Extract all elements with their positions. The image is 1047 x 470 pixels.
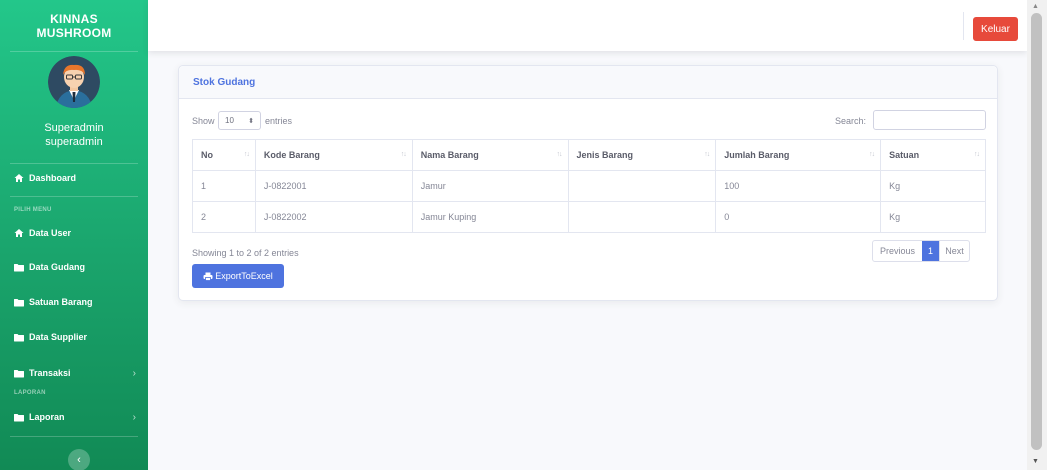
table-cell: 100 — [715, 170, 882, 202]
sort-icon: ↑↓ — [243, 151, 250, 158]
scroll-down-arrow-icon[interactable]: ▼ — [1032, 458, 1039, 465]
sidebar-item-label: Data User — [29, 228, 72, 238]
column-header-nama-barang[interactable]: Nama Barang ↑↓ — [411, 139, 569, 171]
topbar-divider — [963, 12, 964, 40]
sidebar-item-label: Dashboard — [29, 173, 77, 183]
printer-icon — [203, 272, 213, 281]
pagination-next[interactable]: Next — [939, 241, 969, 261]
table-cell: 0 — [715, 201, 882, 233]
user-role: Superadmin — [44, 122, 104, 134]
folder-icon — [14, 412, 24, 422]
user-name: superadmin — [45, 136, 103, 148]
stok-gudang-card: Stok Gudang Show 10 ⬍ entries Search: No… — [178, 65, 998, 301]
home-icon — [14, 173, 24, 183]
table-cell — [567, 170, 717, 202]
sidebar-item-data-gudang[interactable]: Data Gudang — [0, 258, 148, 276]
stock-table: No ↑↓ Kode Barang ↑↓ Nama Barang ↑↓ Jenis B… — [192, 139, 986, 233]
sidebar-item-label: Data Gudang — [29, 262, 86, 272]
table-cell: J-0822001 — [254, 170, 413, 202]
table-cell: J-0822002 — [254, 201, 413, 233]
sidebar-item-laporan[interactable]: Laporan › — [0, 408, 148, 426]
select-arrows-icon: ⬍ — [248, 117, 254, 125]
sidebar-item-dashboard[interactable]: Dashboard — [0, 169, 148, 187]
sidebar-item-data-user[interactable]: Data User — [0, 224, 148, 242]
table-cell: Jamur Kuping — [411, 201, 569, 233]
card-title: Stok Gudang — [179, 66, 997, 99]
column-header-satuan[interactable]: Satuan ↑↓ — [880, 139, 986, 171]
sidebar-item-label: Transaksi — [29, 368, 71, 378]
folder-icon — [14, 332, 24, 342]
search-label: Search: — [835, 116, 867, 126]
table-cell: Kg — [880, 201, 986, 233]
folder-icon — [14, 368, 24, 378]
pagination: Previous 1 Next — [872, 240, 970, 262]
section-heading-laporan: LAPORAN — [14, 390, 46, 396]
sort-icon: ↑↓ — [974, 151, 980, 158]
show-label: Show — [192, 116, 215, 126]
sidebar-item-transaksi[interactable]: Transaksi › — [0, 364, 148, 382]
sidebar-divider — [10, 196, 138, 197]
table-cell: Kg — [880, 170, 986, 202]
avatar — [48, 56, 100, 108]
column-header-jenis-barang[interactable]: Jenis Barang ↑↓ — [567, 139, 717, 171]
sort-icon: ↑↓ — [869, 151, 875, 158]
sidebar-item-label: Data Supplier — [29, 332, 88, 342]
section-heading-pilih-menu: PILIH MENU — [14, 207, 52, 213]
sidebar-item-label: Satuan Barang — [29, 297, 93, 307]
export-label: ExportToExcel — [215, 271, 273, 281]
pagination-page-1[interactable]: 1 — [922, 241, 939, 261]
column-header-kode-barang[interactable]: Kode Barang ↑↓ — [254, 139, 413, 171]
entries-label: entries — [265, 116, 293, 126]
chevron-right-icon: › — [132, 411, 136, 423]
page-scrollbar[interactable]: ▲ ▼ — [1027, 0, 1047, 470]
table-header-row: No ↑↓ Kode Barang ↑↓ Nama Barang ↑↓ Jenis B… — [192, 139, 986, 171]
scroll-up-arrow-icon[interactable]: ▲ — [1032, 3, 1039, 10]
sort-icon: ↑↓ — [704, 151, 710, 158]
sort-icon: ↑↓ — [556, 151, 563, 158]
sidebar-divider — [10, 436, 138, 437]
scrollbar-thumb[interactable] — [1031, 13, 1042, 450]
search-input[interactable] — [873, 110, 986, 130]
sidebar-item-label: Laporan — [29, 412, 65, 422]
brand-line-2: MUSHROOM — [36, 26, 112, 40]
sort-icon: ↑↓ — [400, 151, 407, 158]
table-row: 1 J-0822001 Jamur 100 Kg — [192, 170, 986, 202]
table-cell: Jamur — [411, 170, 569, 202]
table-cell: 2 — [192, 201, 256, 233]
page-length-select[interactable]: 10 ⬍ — [218, 111, 261, 130]
table-cell: 1 — [192, 170, 256, 202]
table-row: 2 J-0822002 Jamur Kuping 0 Kg — [192, 201, 986, 233]
folder-icon — [14, 262, 24, 272]
export-to-excel-button[interactable]: ExportToExcel — [192, 264, 284, 288]
brand-line-1: KINNAS — [50, 12, 98, 26]
sidebar-divider — [10, 163, 138, 164]
logout-button[interactable]: Keluar — [973, 17, 1018, 41]
folder-icon — [14, 297, 24, 307]
home-icon — [14, 228, 24, 238]
brand-logo-text[interactable]: KINNAS MUSHROOM — [0, 0, 148, 51]
table-info: Showing 1 to 2 of 2 entries — [192, 248, 299, 258]
chevron-right-icon: › — [132, 367, 136, 379]
table-cell — [567, 201, 717, 233]
page-length-value: 10 — [225, 116, 234, 125]
column-header-jumlah-barang[interactable]: Jumlah Barang ↑↓ — [715, 139, 882, 171]
column-header-no[interactable]: No ↑↓ — [192, 139, 256, 171]
sidebar-item-satuan-barang[interactable]: Satuan Barang — [0, 293, 148, 311]
pagination-previous[interactable]: Previous — [873, 241, 922, 261]
sidebar-item-data-supplier[interactable]: Data Supplier — [0, 328, 148, 346]
sidebar-toggle-button[interactable]: ‹ — [68, 449, 90, 470]
sidebar: KINNAS MUSHROOM Superadmin superadmin Da… — [0, 0, 148, 470]
topbar: Keluar — [148, 0, 1027, 51]
